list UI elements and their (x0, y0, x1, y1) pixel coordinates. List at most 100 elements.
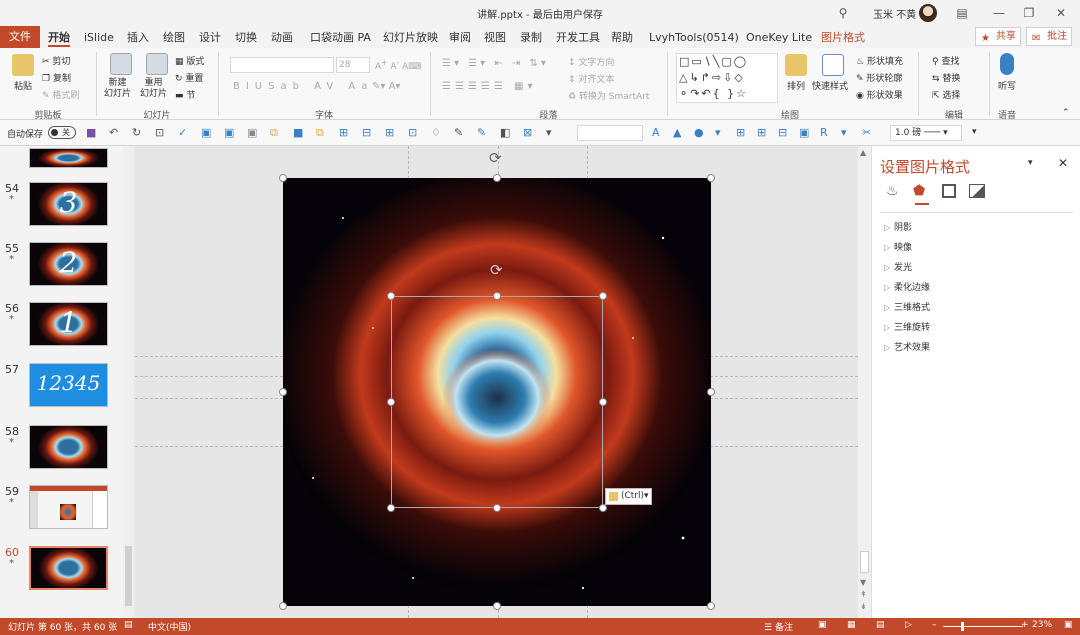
zoom-level[interactable]: 23% (1032, 620, 1052, 630)
layout-button[interactable]: ▦ 版式 (175, 54, 204, 67)
resize-handle-br[interactable] (707, 602, 715, 610)
qat-tool-icon[interactable]: A (652, 126, 666, 140)
slide-canvas[interactable]: ⟳ ⟳ (Ctrl)▾ (135, 146, 858, 618)
pane-section-1[interactable]: ▷ 映像 (884, 240, 912, 253)
tab-item[interactable]: 录制 (520, 29, 542, 47)
qat-tool-icon[interactable]: ⊞ (385, 126, 399, 140)
font-name-select[interactable] (230, 57, 334, 73)
tab-item[interactable]: 审阅 (449, 29, 471, 47)
tab-item[interactable]: 幻灯片放映 (383, 29, 438, 47)
user-name[interactable]: 玉米 不黄 (873, 6, 916, 21)
qat-tool-icon[interactable]: ⧉ (316, 126, 330, 140)
close-icon[interactable]: ✕ (1052, 4, 1070, 22)
picture-tab-icon[interactable] (969, 184, 985, 198)
restore-icon[interactable]: ❐ (1020, 4, 1038, 22)
tab-item[interactable]: 帮助 (611, 29, 633, 47)
slide-thumbnail[interactable] (29, 546, 108, 590)
pane-options-icon[interactable]: ▾ (1028, 158, 1033, 168)
text-direction-button[interactable]: ↕ 文字方向 (568, 55, 614, 68)
align-buttons[interactable]: ☰☰☰☰☰ ▦▾ (442, 81, 536, 92)
qat-tool-icon[interactable]: ✎ (477, 126, 491, 140)
qat-tool-icon[interactable]: ✎ (454, 126, 468, 140)
slide-thumbnail[interactable] (29, 485, 108, 529)
quick-styles-label[interactable]: 快速样式 (812, 79, 848, 92)
tab-item[interactable]: 视图 (484, 29, 506, 47)
reuse-slide-icon[interactable] (146, 53, 168, 75)
find-button[interactable]: ⚲ 查找 (932, 54, 959, 67)
font-grow-shrink[interactable]: A+ A- A⌨ (375, 58, 421, 72)
zoom-slider[interactable] (943, 626, 1023, 627)
customize-qat-icon[interactable]: ▾ (972, 127, 977, 137)
qat-tool-icon[interactable]: ⊡ (408, 126, 422, 140)
tab-item[interactable]: OneKey Lite (746, 29, 812, 47)
minimize-icon[interactable]: — (990, 4, 1008, 22)
inner-selection[interactable] (391, 296, 603, 508)
paste-label[interactable]: 粘贴 (14, 79, 32, 92)
slide-thumbnail[interactable]: 3 (29, 182, 108, 226)
zoom-in-icon[interactable]: + (1021, 620, 1029, 630)
copy-button[interactable]: ❐ 复制 (42, 71, 71, 84)
pane-section-3[interactable]: ▷ 柔化边缘 (884, 280, 930, 293)
quick-styles-icon[interactable] (822, 54, 844, 76)
tab-home[interactable]: 开始 (48, 29, 70, 47)
slide-thumbnail[interactable]: 2 (29, 242, 108, 286)
inner-handle-tl[interactable] (387, 292, 395, 300)
qat-tool-icon[interactable]: ⊞ (736, 126, 750, 140)
qat-tool-icon[interactable]: ▣ (799, 126, 813, 140)
slide-count[interactable]: 幻灯片 第 60 张，共 60 张 (8, 620, 117, 633)
qat-tool-icon[interactable]: ✂ (862, 126, 876, 140)
qat-font-select[interactable] (577, 125, 643, 141)
qat-tool-icon[interactable]: ■ (86, 126, 100, 140)
resize-handle-bl[interactable] (279, 602, 287, 610)
inner-handle-t[interactable] (493, 292, 501, 300)
resize-handle-tr[interactable] (707, 174, 715, 182)
align-text-button[interactable]: ⇕ 对齐文本 (568, 72, 614, 85)
rotate-handle-icon[interactable]: ⟳ (489, 149, 502, 167)
font-color-buttons[interactable]: ✎▾ A▾ (372, 81, 400, 92)
inner-handle-bl[interactable] (387, 504, 395, 512)
inner-handle-tr[interactable] (599, 292, 607, 300)
inner-handle-r[interactable] (599, 398, 607, 406)
resize-handle-r[interactable] (707, 388, 715, 396)
share-button[interactable]: ★ 共享 (975, 27, 1021, 46)
smartart-button[interactable]: ♻ 转换为 SmartArt (568, 89, 649, 102)
collapse-ribbon-icon[interactable]: ⌃ (1062, 108, 1070, 118)
slide-thumbnail[interactable]: 12345 (29, 363, 108, 407)
tab-picture-format[interactable]: 图片格式 (821, 29, 865, 47)
avatar[interactable] (919, 4, 937, 22)
qat-tool-icon[interactable]: ▲ (673, 126, 687, 140)
ribbon-display-icon[interactable]: ▤ (953, 4, 971, 22)
slide-thumbnail[interactable] (29, 148, 108, 168)
qat-tool-icon[interactable]: ⊞ (757, 126, 771, 140)
tab-item[interactable]: iSlide (84, 29, 114, 47)
qat-tool-icon[interactable]: ▣ (224, 126, 238, 140)
autosave-toggle[interactable]: 关 (48, 126, 76, 139)
size-properties-tab-icon[interactable] (942, 184, 956, 198)
qat-tool-icon[interactable]: ↻ (132, 126, 146, 140)
reuse-slide-label[interactable]: 重用 幻灯片 (140, 78, 167, 100)
qat-tool-icon[interactable]: ♢ (431, 126, 445, 140)
prev-slide-icon[interactable]: ↟ (860, 590, 867, 599)
qat-tool-icon[interactable]: ◧ (500, 126, 514, 140)
qat-tool-icon[interactable]: ↶ (109, 126, 123, 140)
tab-item[interactable]: 绘图 (163, 29, 185, 47)
tab-item[interactable]: LvyhTools(0514) (649, 29, 739, 47)
normal-view-icon[interactable]: ▣ (818, 620, 827, 630)
inner-handle-b[interactable] (493, 504, 501, 512)
select-button[interactable]: ⇱ 选择 (932, 88, 960, 101)
fill-line-tab-icon[interactable]: ♨ (886, 183, 899, 199)
inner-handle-l[interactable] (387, 398, 395, 406)
tab-item[interactable]: 设计 (199, 29, 221, 47)
qat-tool-icon[interactable]: ⧉ (270, 126, 284, 140)
inner-rotate-icon[interactable]: ⟳ (490, 261, 503, 279)
arrange-label[interactable]: 排列 (787, 79, 805, 92)
qat-tool-icon[interactable]: ⊟ (362, 126, 376, 140)
tab-item[interactable]: 插入 (127, 29, 149, 47)
tab-item[interactable]: 切换 (235, 29, 257, 47)
search-icon[interactable]: ⚲ (834, 4, 852, 22)
qat-tool-icon[interactable]: ⊞ (339, 126, 353, 140)
replace-button[interactable]: ⇆ 替换 (932, 71, 960, 84)
slide-thumbnail[interactable]: 1 (29, 302, 108, 346)
pane-section-2[interactable]: ▷ 发光 (884, 260, 912, 273)
qat-tool-icon[interactable]: ⊠ (523, 126, 537, 140)
